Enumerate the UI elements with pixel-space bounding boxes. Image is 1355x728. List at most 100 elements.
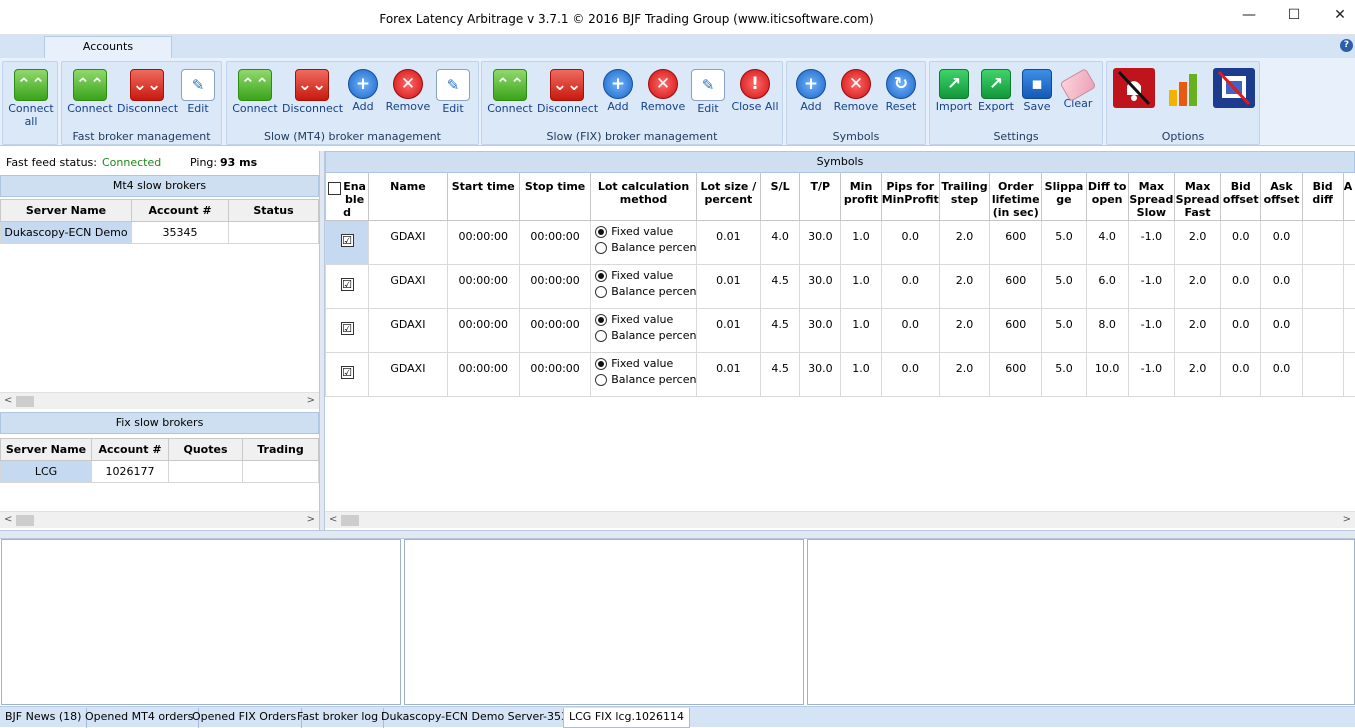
radio-icon[interactable] xyxy=(595,330,607,342)
col-ask-diff[interactable]: A d xyxy=(1343,173,1355,220)
order-lifetime-cell[interactable]: 600 xyxy=(990,352,1042,396)
ask-offset-cell[interactable]: 0.0 xyxy=(1261,220,1302,264)
min-profit-cell[interactable]: 1.0 xyxy=(841,352,881,396)
enabled-checkbox[interactable]: ☑ xyxy=(341,366,354,379)
slippage-cell[interactable]: 5.0 xyxy=(1042,352,1086,396)
col-diff-open[interactable]: Diff to open xyxy=(1086,173,1128,220)
table-row[interactable]: ☑GDAXI00:00:0000:00:00Fixed valueBalance… xyxy=(326,308,1355,352)
log-pane-right[interactable] xyxy=(807,539,1355,705)
bid-diff-cell[interactable] xyxy=(1302,220,1343,264)
lot-method-cell[interactable]: Fixed valueBalance percentage xyxy=(591,308,697,352)
fix-remove-button[interactable]: ✕ Remove xyxy=(640,67,686,113)
connect-all-button[interactable]: ⌃⌃ Connect all xyxy=(6,67,56,128)
lot-method-cell[interactable]: Fixed valueBalance percentage xyxy=(591,264,697,308)
table-row[interactable]: LCG 1026177 xyxy=(1,461,319,483)
bid-diff-cell[interactable] xyxy=(1302,308,1343,352)
max-spread-slow-cell[interactable]: -1.0 xyxy=(1128,352,1174,396)
col-sl[interactable]: S/L xyxy=(761,173,800,220)
col-trailing-step[interactable]: Trailing step xyxy=(939,173,989,220)
scroll-left-icon[interactable]: < xyxy=(329,514,337,525)
col-max-spread-fast[interactable]: Max Spread Fast xyxy=(1174,173,1220,220)
fix-col-quotes[interactable]: Quotes xyxy=(169,439,243,461)
symbols-horizontal-scrollbar[interactable]: < > xyxy=(325,511,1355,528)
mt4-account-cell[interactable]: 35345 xyxy=(132,222,229,244)
tp-cell[interactable]: 30.0 xyxy=(800,264,841,308)
symbols-remove-button[interactable]: ✕ Remove xyxy=(833,67,879,113)
mt4-server-cell[interactable]: Dukascopy-ECN Demo xyxy=(1,222,132,244)
bid-offset-cell[interactable]: 0.0 xyxy=(1221,352,1261,396)
tab-lcg-fix[interactable]: LCG FIX lcg.1026114 xyxy=(563,708,690,728)
fix-quotes-cell[interactable] xyxy=(169,461,243,483)
ask-diff-cell[interactable] xyxy=(1343,352,1355,396)
bid-offset-cell[interactable]: 0.0 xyxy=(1221,308,1261,352)
min-profit-cell[interactable]: 1.0 xyxy=(841,220,881,264)
col-pips-minprofit[interactable]: Pips for MinProfit xyxy=(881,173,939,220)
col-stop-time[interactable]: Stop time xyxy=(519,173,590,220)
balance-percentage-radio[interactable]: Balance percentage xyxy=(591,372,696,388)
balance-percentage-radio[interactable]: Balance percentage xyxy=(591,328,696,344)
min-profit-cell[interactable]: 1.0 xyxy=(841,308,881,352)
table-row[interactable]: ☑GDAXI00:00:0000:00:00Fixed valueBalance… xyxy=(326,220,1355,264)
name-cell[interactable]: GDAXI xyxy=(369,264,447,308)
radio-icon[interactable] xyxy=(595,358,607,370)
sl-cell[interactable]: 4.5 xyxy=(761,264,800,308)
clear-button[interactable]: Clear xyxy=(1058,67,1098,110)
max-spread-slow-cell[interactable]: -1.0 xyxy=(1128,264,1174,308)
fixed-value-radio[interactable]: Fixed value xyxy=(591,312,696,328)
start-time-cell[interactable]: 00:00:00 xyxy=(447,220,519,264)
fix-close-all-button[interactable]: ! Close All xyxy=(730,67,780,113)
tab-opened-mt4-orders[interactable]: Opened MT4 orders xyxy=(80,708,199,728)
max-spread-fast-cell[interactable]: 2.0 xyxy=(1174,264,1220,308)
radio-icon[interactable] xyxy=(595,226,607,238)
scroll-right-icon[interactable]: > xyxy=(307,395,315,406)
maximize-button[interactable]: ☐ xyxy=(1274,4,1314,26)
fixed-value-radio[interactable]: Fixed value xyxy=(591,356,696,372)
mt4-disconnect-button[interactable]: ⌄⌄ Disconnect xyxy=(282,67,342,115)
lot-size-cell[interactable]: 0.01 xyxy=(696,264,760,308)
fix-col-trading[interactable]: Trading xyxy=(243,439,319,461)
mt4-col-server[interactable]: Server Name xyxy=(1,200,132,222)
fast-connect-button[interactable]: ⌃⌃ Connect xyxy=(66,67,114,115)
scroll-thumb[interactable] xyxy=(16,515,34,526)
fix-trading-cell[interactable] xyxy=(243,461,319,483)
table-row[interactable]: Dukascopy-ECN Demo 35345 xyxy=(1,222,319,244)
slippage-cell[interactable]: 5.0 xyxy=(1042,308,1086,352)
fast-edit-button[interactable]: ✎ Edit xyxy=(180,67,216,115)
col-lot-method[interactable]: Lot calculation method xyxy=(591,173,697,220)
fix-add-button[interactable]: + Add xyxy=(600,67,636,113)
order-lifetime-cell[interactable]: 600 xyxy=(990,264,1042,308)
col-enabled[interactable]: Ena ble d xyxy=(326,173,369,220)
pips-minprofit-cell[interactable]: 0.0 xyxy=(881,220,939,264)
trailing-step-cell[interactable]: 2.0 xyxy=(939,308,989,352)
mt4-remove-button[interactable]: ✕ Remove xyxy=(385,67,431,113)
mt4-horizontal-scrollbar[interactable]: < > xyxy=(0,392,319,409)
balance-percentage-radio[interactable]: Balance percentage xyxy=(591,240,696,256)
minimize-button[interactable]: — xyxy=(1229,4,1269,26)
tab-accounts-management[interactable]: Accounts management xyxy=(44,36,172,58)
slippage-cell[interactable]: 5.0 xyxy=(1042,220,1086,264)
radio-icon[interactable] xyxy=(595,286,607,298)
fixed-value-radio[interactable]: Fixed value xyxy=(591,224,696,240)
order-lifetime-cell[interactable]: 600 xyxy=(990,220,1042,264)
col-bid-offset[interactable]: Bid offset xyxy=(1221,173,1261,220)
tp-cell[interactable]: 30.0 xyxy=(800,352,841,396)
save-button[interactable]: ▪ Save xyxy=(1018,67,1056,113)
lot-size-cell[interactable]: 0.01 xyxy=(696,308,760,352)
fix-edit-button[interactable]: ✎ Edit xyxy=(690,67,726,115)
min-profit-cell[interactable]: 1.0 xyxy=(841,264,881,308)
ask-diff-cell[interactable] xyxy=(1343,220,1355,264)
sound-off-bell-icon[interactable] xyxy=(1113,68,1155,108)
log-pane-left[interactable] xyxy=(1,539,401,705)
radio-icon[interactable] xyxy=(595,242,607,254)
stop-time-cell[interactable]: 00:00:00 xyxy=(519,308,590,352)
col-start-time[interactable]: Start time xyxy=(447,173,519,220)
start-time-cell[interactable]: 00:00:00 xyxy=(447,308,519,352)
ask-offset-cell[interactable]: 0.0 xyxy=(1261,352,1302,396)
scroll-left-icon[interactable]: < xyxy=(4,395,12,406)
radio-icon[interactable] xyxy=(595,374,607,386)
col-ask-offset[interactable]: Ask offset xyxy=(1261,173,1302,220)
fix-disconnect-button[interactable]: ⌄⌄ Disconnect xyxy=(537,67,597,115)
sl-cell[interactable]: 4.5 xyxy=(761,352,800,396)
stop-time-cell[interactable]: 00:00:00 xyxy=(519,220,590,264)
col-lot-size[interactable]: Lot size / percent xyxy=(696,173,760,220)
